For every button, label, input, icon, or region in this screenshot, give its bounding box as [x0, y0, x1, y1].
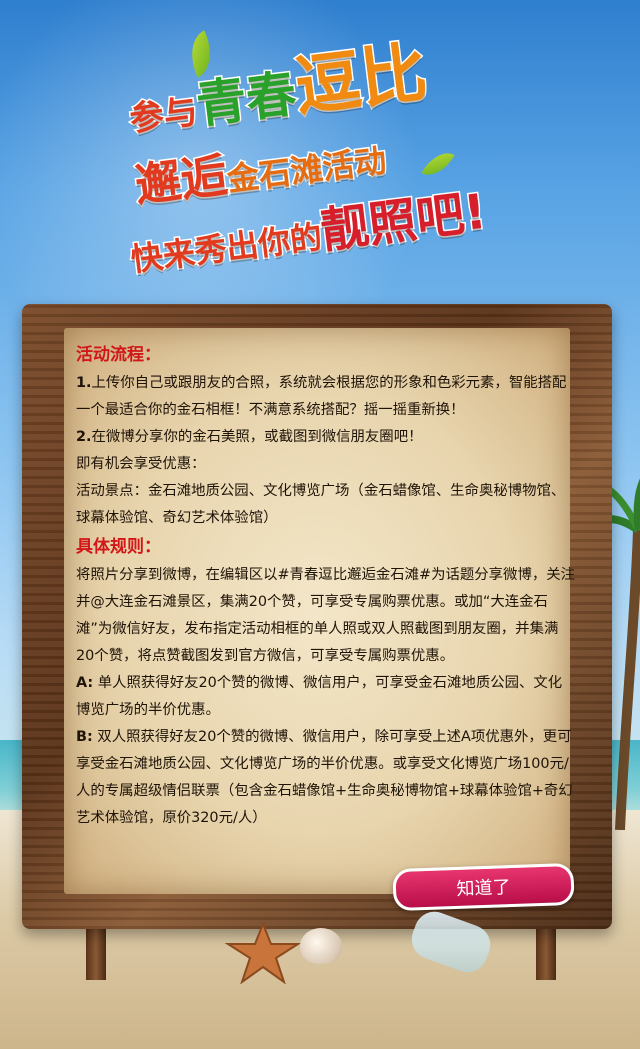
discount-line: 即有机会享受优惠：	[76, 456, 206, 472]
sign-post-left	[86, 922, 106, 980]
spots-line: 活动景点：金石滩地质公园、文化博览广场（金石蜡像馆、生命奥秘博物馆、球幕体验馆、…	[76, 483, 566, 526]
process-step-2: 2.在微博分享你的金石美照，或截图到微信朋友圈吧！	[76, 424, 576, 451]
got-it-button[interactable]: 知道了	[392, 862, 575, 912]
step-text: 上传你自己或跟朋友的合照，系统就会根据您的形象和色彩元素，智能搭配一个最适合你的…	[76, 375, 567, 418]
rules-content: 活动流程： 1.上传你自己或跟朋友的合照，系统就会根据您的形象和色彩元素，智能搭…	[76, 340, 576, 832]
promo-headline: 参与青春逗比 邂逅金石滩活动 快来秀出你的靓照吧!	[0, 0, 640, 300]
rule-label: B:	[76, 729, 93, 745]
sign-post-right	[536, 922, 556, 980]
process-step-1: 1.上传你自己或跟朋友的合照，系统就会根据您的形象和色彩元素，智能搭配一个最适合…	[76, 370, 576, 424]
rule-text: 双人照获得好友20个赞的微博、微信用户，除可享受上述A项优惠外，更可享受金石滩地…	[76, 729, 573, 826]
step-number: 1.	[76, 375, 92, 391]
step-number: 2.	[76, 429, 92, 445]
seashell-icon	[300, 928, 342, 964]
rule-text: 单人照获得好友20个赞的微博、微信用户，可享受金石滩地质公园、文化博览广场的半价…	[76, 675, 563, 718]
headline-text: 参与	[126, 90, 201, 141]
headline-text: 邂逅	[131, 146, 232, 214]
step-text: 在微博分享你的金石美照，或截图到微信朋友圈吧！	[91, 429, 423, 445]
background-scene: 参与青春逗比 邂逅金石滩活动 快来秀出你的靓照吧! 活动流程： 1.上传你自己或…	[0, 0, 640, 1049]
headline-text: 靓照吧!	[316, 182, 490, 261]
section-title-rules: 具体规则：	[76, 537, 161, 557]
rule-a: A: 单人照获得好友20个赞的微博、微信用户，可享受金石滩地质公园、文化博览广场…	[76, 670, 576, 724]
headline-text: 快来秀出你的	[127, 216, 325, 280]
rule-label: A:	[76, 675, 94, 691]
headline-text: 逗比	[289, 32, 432, 128]
headline-text: 青春	[192, 63, 301, 136]
rule-b: B: 双人照获得好友20个赞的微博、微信用户，除可享受上述A项优惠外，更可享受金…	[76, 724, 576, 832]
rules-paragraph: 将照片分享到微博，在编辑区以#青春逗比邂逅金石滩#为话题分享微博，关注并@大连金…	[76, 567, 576, 664]
starfish-icon	[224, 922, 302, 984]
section-title-process: 活动流程：	[76, 345, 161, 365]
headline-line-1: 参与青春逗比	[122, 19, 432, 151]
